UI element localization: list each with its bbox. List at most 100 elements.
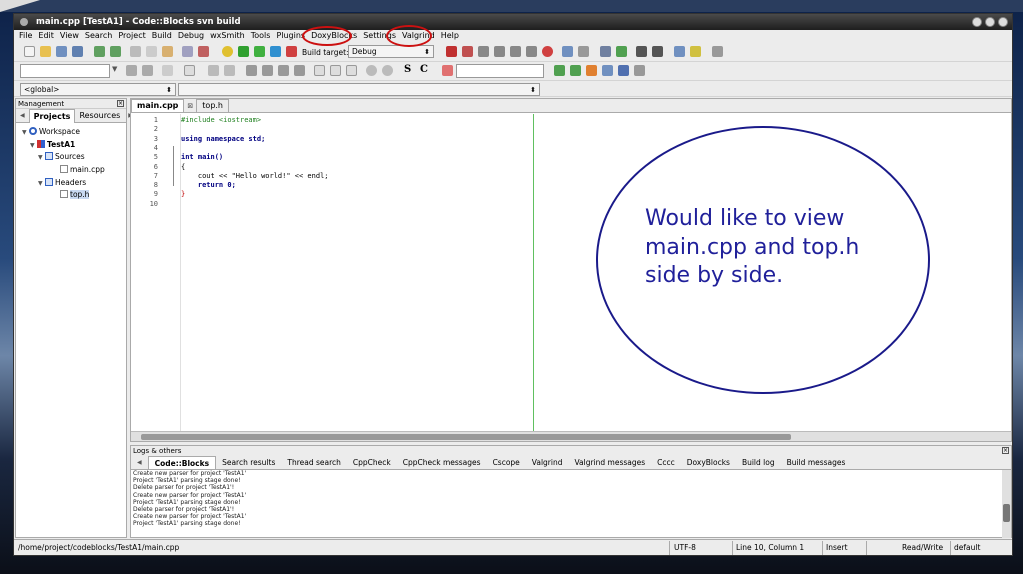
tab-log-build-messages[interactable]: Build messages bbox=[781, 456, 852, 469]
maximize-button[interactable] bbox=[985, 17, 995, 27]
build-target-select[interactable]: Debug ⬍ bbox=[348, 45, 434, 58]
function-select[interactable]: ⬍ bbox=[178, 83, 540, 96]
tab-main-cpp[interactable]: main.cpp bbox=[131, 99, 185, 112]
tab-resources[interactable]: Resources bbox=[75, 109, 124, 122]
bar4-icon[interactable] bbox=[294, 65, 305, 76]
tab-log-cppcheck-messages[interactable]: CppCheck messages bbox=[397, 456, 487, 469]
close-icon[interactable]: × bbox=[1002, 447, 1009, 454]
title-bar[interactable]: main.cpp [TestA1] - Code::Blocks svn bui… bbox=[14, 14, 1012, 30]
tab-log-cscope[interactable]: Cscope bbox=[487, 456, 526, 469]
menu-file[interactable]: File bbox=[16, 30, 35, 42]
tree-sources[interactable]: ▼ Sources bbox=[16, 151, 126, 164]
fold-marker[interactable] bbox=[173, 146, 181, 186]
options-icon[interactable] bbox=[602, 65, 613, 76]
tab-log-code-blocks[interactable]: Code::Blocks bbox=[147, 456, 217, 469]
c-icon[interactable]: C bbox=[420, 64, 428, 75]
step-into-icon[interactable] bbox=[494, 46, 505, 57]
menu-build[interactable]: Build bbox=[149, 30, 175, 42]
menu-debug[interactable]: Debug bbox=[175, 30, 207, 42]
bar3-icon[interactable] bbox=[278, 65, 289, 76]
tab-log-thread-search[interactable]: Thread search bbox=[281, 456, 347, 469]
tab-log-doxyblocks[interactable]: DoxyBlocks bbox=[681, 456, 736, 469]
run-icon[interactable] bbox=[238, 46, 249, 57]
vertical-scrollbar[interactable] bbox=[1002, 470, 1011, 538]
build-run-icon[interactable] bbox=[254, 46, 265, 57]
menu-project[interactable]: Project bbox=[115, 30, 148, 42]
tab-log-cppcheck[interactable]: CppCheck bbox=[347, 456, 397, 469]
tree-file-main-cpp[interactable]: main.cpp bbox=[16, 164, 126, 177]
debug-windows-icon[interactable] bbox=[562, 46, 573, 57]
menu-tools[interactable]: Tools bbox=[248, 30, 274, 42]
thread-search-input[interactable] bbox=[456, 64, 544, 78]
step-out-icon[interactable] bbox=[510, 46, 521, 57]
scroll-thumb[interactable] bbox=[1003, 504, 1010, 522]
open-folder-icon[interactable] bbox=[40, 46, 51, 57]
image2-icon[interactable] bbox=[224, 65, 235, 76]
run-html-icon[interactable] bbox=[674, 46, 685, 57]
run-chm-icon[interactable] bbox=[690, 46, 701, 57]
select-cursor-icon[interactable] bbox=[162, 65, 173, 76]
line-comment-icon[interactable] bbox=[652, 46, 663, 57]
frame3-icon[interactable] bbox=[346, 65, 357, 76]
chevron-down-icon[interactable]: ▼ bbox=[112, 65, 117, 73]
tab-top-h[interactable]: top.h bbox=[196, 99, 230, 112]
wildcard-icon[interactable] bbox=[634, 65, 645, 76]
forward-icon[interactable] bbox=[570, 65, 581, 76]
search-icon[interactable] bbox=[142, 65, 153, 76]
frame-icon[interactable] bbox=[314, 65, 325, 76]
frame2-icon[interactable] bbox=[330, 65, 341, 76]
doxy-extract-icon[interactable] bbox=[616, 46, 627, 57]
s-icon[interactable]: S bbox=[404, 64, 411, 75]
menu-search[interactable]: Search bbox=[82, 30, 115, 42]
close-tab-icon[interactable]: ⊠ bbox=[184, 100, 196, 112]
close-icon[interactable]: × bbox=[117, 100, 124, 107]
undo-icon[interactable] bbox=[94, 46, 105, 57]
code-completion-input[interactable] bbox=[20, 64, 110, 78]
doxy-wizard-icon[interactable] bbox=[600, 46, 611, 57]
tab-scroll-left-icon[interactable]: ◀ bbox=[131, 456, 148, 469]
tree-file-top-h[interactable]: top.h bbox=[16, 189, 126, 202]
abort-icon[interactable] bbox=[286, 46, 297, 57]
tree-workspace[interactable]: ▼ Workspace bbox=[16, 126, 126, 139]
minimize-button[interactable] bbox=[972, 17, 982, 27]
tab-projects[interactable]: Projects bbox=[28, 108, 76, 123]
paste-icon[interactable] bbox=[162, 46, 173, 57]
regex-icon[interactable] bbox=[618, 65, 629, 76]
stop-debugger-icon[interactable] bbox=[542, 46, 553, 57]
info-icon[interactable] bbox=[578, 46, 589, 57]
tab-log-valgrind-messages[interactable]: Valgrind messages bbox=[568, 456, 651, 469]
next-line-icon[interactable] bbox=[478, 46, 489, 57]
bar2-icon[interactable] bbox=[262, 65, 273, 76]
block-comment-icon[interactable] bbox=[636, 46, 647, 57]
config-icon[interactable] bbox=[712, 46, 723, 57]
cut-icon[interactable] bbox=[130, 46, 141, 57]
menu-view[interactable]: View bbox=[57, 30, 82, 42]
tree-headers[interactable]: ▼ Headers bbox=[16, 177, 126, 190]
image-icon[interactable] bbox=[208, 65, 219, 76]
close-button[interactable] bbox=[998, 17, 1008, 27]
tab-log-valgrind[interactable]: Valgrind bbox=[526, 456, 569, 469]
jump-icon[interactable] bbox=[126, 65, 137, 76]
tab-log-build-log[interactable]: Build log bbox=[736, 456, 781, 469]
rect-tool-icon[interactable] bbox=[184, 65, 195, 76]
new-file-icon[interactable] bbox=[24, 46, 35, 57]
menu-edit[interactable]: Edit bbox=[35, 30, 57, 42]
tab-log-cccc[interactable]: Cccc bbox=[651, 456, 681, 469]
horizontal-scrollbar[interactable] bbox=[131, 431, 1011, 441]
zoom-out-icon[interactable] bbox=[382, 65, 393, 76]
build-gear-icon[interactable] bbox=[222, 46, 233, 57]
save-all-icon[interactable] bbox=[72, 46, 83, 57]
scope-select[interactable]: <global> ⬍ bbox=[20, 83, 176, 96]
rebuild-icon[interactable] bbox=[270, 46, 281, 57]
menu-help[interactable]: Help bbox=[438, 30, 462, 42]
copy-icon[interactable] bbox=[146, 46, 157, 57]
search-text-icon[interactable] bbox=[442, 65, 453, 76]
zoom-in-icon[interactable] bbox=[366, 65, 377, 76]
run-to-cursor-icon[interactable] bbox=[462, 46, 473, 57]
tree-project[interactable]: ▼ TestA1 bbox=[16, 139, 126, 152]
replace-icon[interactable] bbox=[198, 46, 209, 57]
bar-icon[interactable] bbox=[246, 65, 257, 76]
back-icon[interactable] bbox=[554, 65, 565, 76]
scroll-thumb[interactable] bbox=[141, 434, 791, 440]
find-icon[interactable] bbox=[182, 46, 193, 57]
